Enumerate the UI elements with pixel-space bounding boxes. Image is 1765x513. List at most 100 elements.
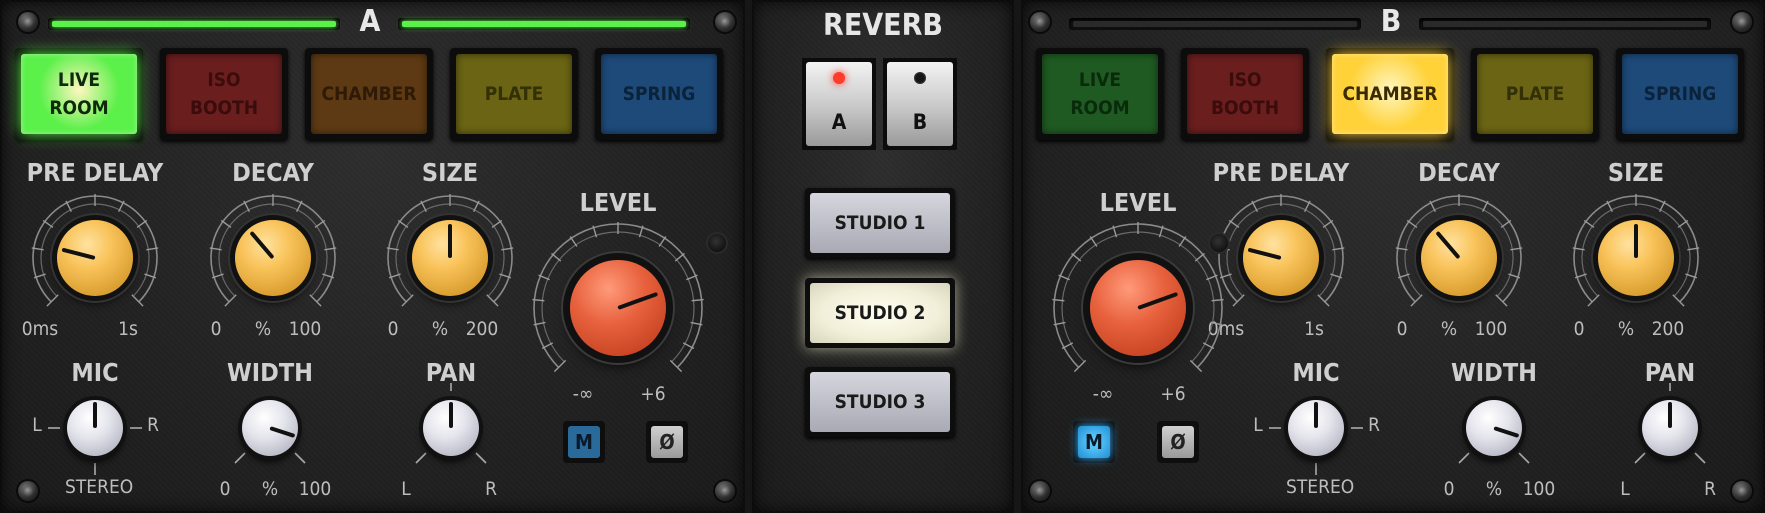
channel_a-mono-button[interactable]: M	[563, 421, 605, 463]
channel_b-type-button-live-room[interactable]: LIVE ROOM	[1036, 48, 1164, 140]
channel_a-type-button-plate[interactable]: PLATE	[450, 48, 578, 140]
type-button-label-line1: PLATE	[484, 83, 544, 105]
knob-pointer	[449, 402, 453, 428]
channel_b-mono-button[interactable]: M	[1073, 421, 1115, 463]
knob-pointer	[1634, 224, 1638, 258]
knob-pointer	[1493, 426, 1520, 438]
channel_a-pre_delay-max: 1s	[118, 318, 138, 340]
type-button-label-line1: CHAMBER	[1342, 83, 1438, 105]
studio-button-face: STUDIO 1	[810, 193, 950, 253]
channel_b-mic-left: L	[1253, 414, 1263, 436]
channel_b-pan-knob[interactable]	[1642, 400, 1698, 456]
channel_b-level-min: -∞	[1092, 383, 1114, 405]
ab-led-indicator	[914, 72, 926, 84]
channel_a-type-button-live-room[interactable]: LIVE ROOM	[15, 48, 143, 140]
channel_b-type-button-spring[interactable]: SPRING	[1616, 48, 1744, 140]
ab-select-button-a[interactable]: A	[802, 58, 876, 150]
mono-button-face: M	[568, 426, 600, 458]
channel_b-phase-button[interactable]: Ø	[1157, 421, 1199, 463]
type-button-face: CHAMBER	[1332, 54, 1448, 134]
knob-pointer	[249, 230, 275, 260]
channel_b-type-button-iso-booth[interactable]: ISO BOOTH	[1181, 48, 1309, 140]
phase-button-face: Ø	[651, 426, 683, 458]
knob-pointer	[1247, 247, 1282, 260]
channel_a-letter: A	[359, 4, 381, 39]
type-button-label-line1: LIVE	[1078, 69, 1122, 91]
knob-pointer	[617, 291, 659, 310]
screw-icon	[715, 481, 735, 501]
channel_a-level-label: LEVEL	[579, 188, 657, 217]
channel_a-meter	[398, 18, 690, 30]
channel_a-mic-right: R	[147, 414, 159, 436]
channel_a-level-knob[interactable]	[570, 260, 666, 356]
studio-button-face: STUDIO 2	[810, 283, 950, 343]
channel_b-decay-knob[interactable]	[1421, 220, 1497, 296]
channel_a-type-button-iso-booth[interactable]: ISO BOOTH	[160, 48, 288, 140]
knob-pointer	[93, 402, 97, 428]
channel_a-pan-max: R	[485, 478, 497, 500]
type-button-label-line2: BOOTH	[1210, 97, 1280, 119]
studio-button-1[interactable]: STUDIO 1	[805, 188, 955, 258]
channel_b-meter	[1419, 18, 1711, 30]
channel_b-width-knob[interactable]	[1466, 400, 1522, 456]
knob-pointer	[1668, 402, 1672, 428]
channel_b-decay-max: 100	[1474, 318, 1508, 340]
channel_b-size-max: 200	[1651, 318, 1685, 340]
channel_a-mic-knob[interactable]	[67, 400, 123, 456]
knob-pointer	[61, 247, 96, 260]
type-button-text: SPRING	[623, 80, 696, 108]
type-button-text: LIVE ROOM	[49, 66, 108, 122]
type-button-face: ISO BOOTH	[1187, 54, 1303, 134]
channel_a-decay-label: DECAY	[232, 158, 314, 187]
type-button-label-line1: ISO	[207, 69, 241, 91]
channel_a-width-max: 100	[298, 478, 332, 500]
channel_b-level-max: +6	[1160, 383, 1186, 405]
channel_a-width-knob[interactable]	[242, 400, 298, 456]
channel_b-mic-knob[interactable]	[1288, 400, 1344, 456]
knob-pointer	[1314, 402, 1318, 428]
channel_b-mic-right: R	[1368, 414, 1380, 436]
channel_a-size-knob[interactable]	[412, 220, 488, 296]
channel_b-width-max: 100	[1522, 478, 1556, 500]
channel_b-level-label: LEVEL	[1099, 188, 1177, 217]
channel_b-pan-min: L	[1620, 478, 1630, 500]
channel_a-type-button-spring[interactable]: SPRING	[595, 48, 723, 140]
phase-button-face: Ø	[1162, 426, 1194, 458]
type-button-label-line2: BOOTH	[189, 97, 259, 119]
type-button-text: LIVE ROOM	[1070, 66, 1129, 122]
channel_a-pre-delay-label: PRE DELAY	[26, 158, 164, 187]
channel_a-decay-max: 100	[288, 318, 322, 340]
screw-icon	[1732, 12, 1752, 32]
channel_b-level-knob[interactable]	[1090, 260, 1186, 356]
channel_b-type-button-chamber[interactable]: CHAMBER	[1326, 48, 1454, 140]
studio-button-face: STUDIO 3	[810, 372, 950, 432]
knob-pointer	[1435, 230, 1461, 260]
type-button-label-line1: SPRING	[1643, 83, 1717, 105]
ab-select-button-b[interactable]: B	[883, 58, 957, 150]
type-button-face: SPRING	[1622, 54, 1738, 134]
studio-button-3[interactable]: STUDIO 3	[805, 367, 955, 437]
channel_b-type-button-plate[interactable]: PLATE	[1471, 48, 1599, 140]
channel_a-type-button-chamber[interactable]: CHAMBER	[305, 48, 433, 140]
channel_b-size-knob[interactable]	[1598, 220, 1674, 296]
type-button-label-line2: ROOM	[49, 97, 109, 119]
screw-icon	[1030, 12, 1050, 32]
channel_a-pan-min: L	[401, 478, 411, 500]
channel_b-mic-bottom: STEREO	[1286, 476, 1355, 498]
channel_a-decay-knob[interactable]	[235, 220, 311, 296]
channel_a-pre_delay-min: 0ms	[21, 318, 59, 340]
channel_a-phase-button[interactable]: Ø	[646, 421, 688, 463]
channel_a-pan-knob[interactable]	[423, 400, 479, 456]
studio-button-2[interactable]: STUDIO 2	[805, 278, 955, 348]
type-button-face: ISO BOOTH	[166, 54, 282, 134]
type-button-label-line1: PLATE	[1505, 83, 1565, 105]
channel_b-pan-max: R	[1704, 478, 1716, 500]
screw-icon	[18, 481, 38, 501]
channel_b-pre_delay-max: 1s	[1304, 318, 1324, 340]
knob-pointer	[269, 426, 296, 438]
type-button-face: PLATE	[1477, 54, 1593, 134]
type-button-label-line1: SPRING	[622, 83, 696, 105]
channel_a-pre-delay-knob[interactable]	[57, 220, 133, 296]
screw-icon	[18, 12, 38, 32]
channel_b-pre-delay-knob[interactable]	[1243, 220, 1319, 296]
